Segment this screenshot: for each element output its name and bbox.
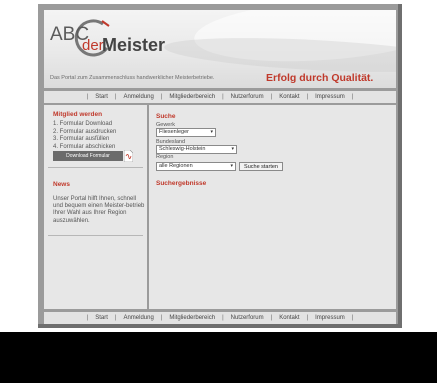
logo-meister[interactable]: Meister xyxy=(102,35,165,56)
pdf-icon[interactable] xyxy=(124,150,133,162)
nav-separator: | xyxy=(306,94,309,100)
member-steps: 1. Formular Download 2. Formular ausdruc… xyxy=(53,121,116,151)
page-footer-area xyxy=(0,332,437,383)
download-form-button[interactable]: Download Formular xyxy=(53,151,123,161)
nav-item-kontakt[interactable]: Kontakt xyxy=(279,315,299,321)
sidebar: Mitglied werden 1. Formular Download 2. … xyxy=(44,105,147,309)
step-1[interactable]: 1. Formular Download xyxy=(53,121,116,129)
nav-separator: | xyxy=(270,315,273,321)
bottom-navigation: | Start | Anmeldung | Mitgliederbereich … xyxy=(44,312,396,324)
nav-item-nutzerforum[interactable]: Nutzerforum xyxy=(231,94,264,100)
logo-der[interactable]: der xyxy=(82,37,104,54)
gewerk-select[interactable]: Fliesenleger ▾ xyxy=(156,128,216,137)
region-label: Region xyxy=(156,154,174,160)
gewerk-value: Fliesenleger xyxy=(159,129,189,135)
nav-separator: | xyxy=(351,94,354,100)
nav-separator: | xyxy=(114,94,117,100)
results-title: Suchergebnisse xyxy=(156,180,207,187)
tagline: Das Portal zum Zusammenschluss handwerkl… xyxy=(50,75,215,81)
nav-separator: | xyxy=(270,94,273,100)
sidebar-divider xyxy=(48,167,143,168)
frame-shadow xyxy=(398,4,402,328)
sidebar-divider xyxy=(48,235,143,236)
frame-shadow-bottom xyxy=(38,324,402,328)
nav-item-kontakt[interactable]: Kontakt xyxy=(279,94,299,100)
member-title: Mitglied werden xyxy=(53,111,103,118)
chevron-down-icon: ▾ xyxy=(231,146,234,152)
nav-item-nutzerforum[interactable]: Nutzerforum xyxy=(231,315,264,321)
nav-separator: | xyxy=(222,315,224,321)
nav-item-mitgliederbereich[interactable]: Mitgliederbereich xyxy=(169,315,215,321)
nav-separator: | xyxy=(160,315,163,321)
search-button[interactable]: Suche starten xyxy=(239,162,283,171)
nav-separator: | xyxy=(306,315,309,321)
news-title: News xyxy=(53,181,70,188)
nav-item-start[interactable]: Start xyxy=(95,315,108,321)
chevron-down-icon: ▾ xyxy=(230,163,233,169)
nav-item-mitgliederbereich[interactable]: Mitgliederbereich xyxy=(169,94,215,100)
header-banner: ABC der Meister Das Portal zum Zusammens… xyxy=(44,10,396,88)
nav-item-start[interactable]: Start xyxy=(95,94,108,100)
top-navigation: | Start | Anmeldung | Mitgliederbereich … xyxy=(44,91,396,103)
chevron-down-icon: ▾ xyxy=(210,129,213,135)
nav-separator: | xyxy=(222,94,224,100)
step-4: 4. Formular abschicken xyxy=(53,143,116,150)
step-2: 2. Formular ausdrucken xyxy=(53,128,117,135)
region-select[interactable]: alle Regionen ▾ xyxy=(156,162,236,171)
nav-separator: | xyxy=(114,315,117,321)
search-title: Suche xyxy=(156,113,176,120)
nav-item-impressum[interactable]: Impressum xyxy=(315,94,345,100)
nav-separator: | xyxy=(160,94,163,100)
nav-item-anmeldung[interactable]: Anmeldung xyxy=(123,94,153,100)
step-3: 3. Formular ausfüllen xyxy=(53,136,110,142)
region-value: alle Regionen xyxy=(159,163,193,169)
news-text: Unser Portal hilft Ihnen, schnell und be… xyxy=(53,196,145,224)
nav-separator: | xyxy=(351,315,354,321)
nav-item-impressum[interactable]: Impressum xyxy=(315,315,345,321)
main-content: Suche Gewerk Fliesenleger ▾ Bundesland S… xyxy=(149,105,396,309)
nav-separator: | xyxy=(86,315,89,321)
bundesland-select[interactable]: Schleswig-Holstein ▾ xyxy=(156,145,237,154)
nav-item-anmeldung[interactable]: Anmeldung xyxy=(123,315,153,321)
bundesland-value: Schleswig-Holstein xyxy=(159,146,206,152)
nav-separator: | xyxy=(86,94,89,100)
slogan: Erfolg durch Qualität. xyxy=(266,72,374,84)
